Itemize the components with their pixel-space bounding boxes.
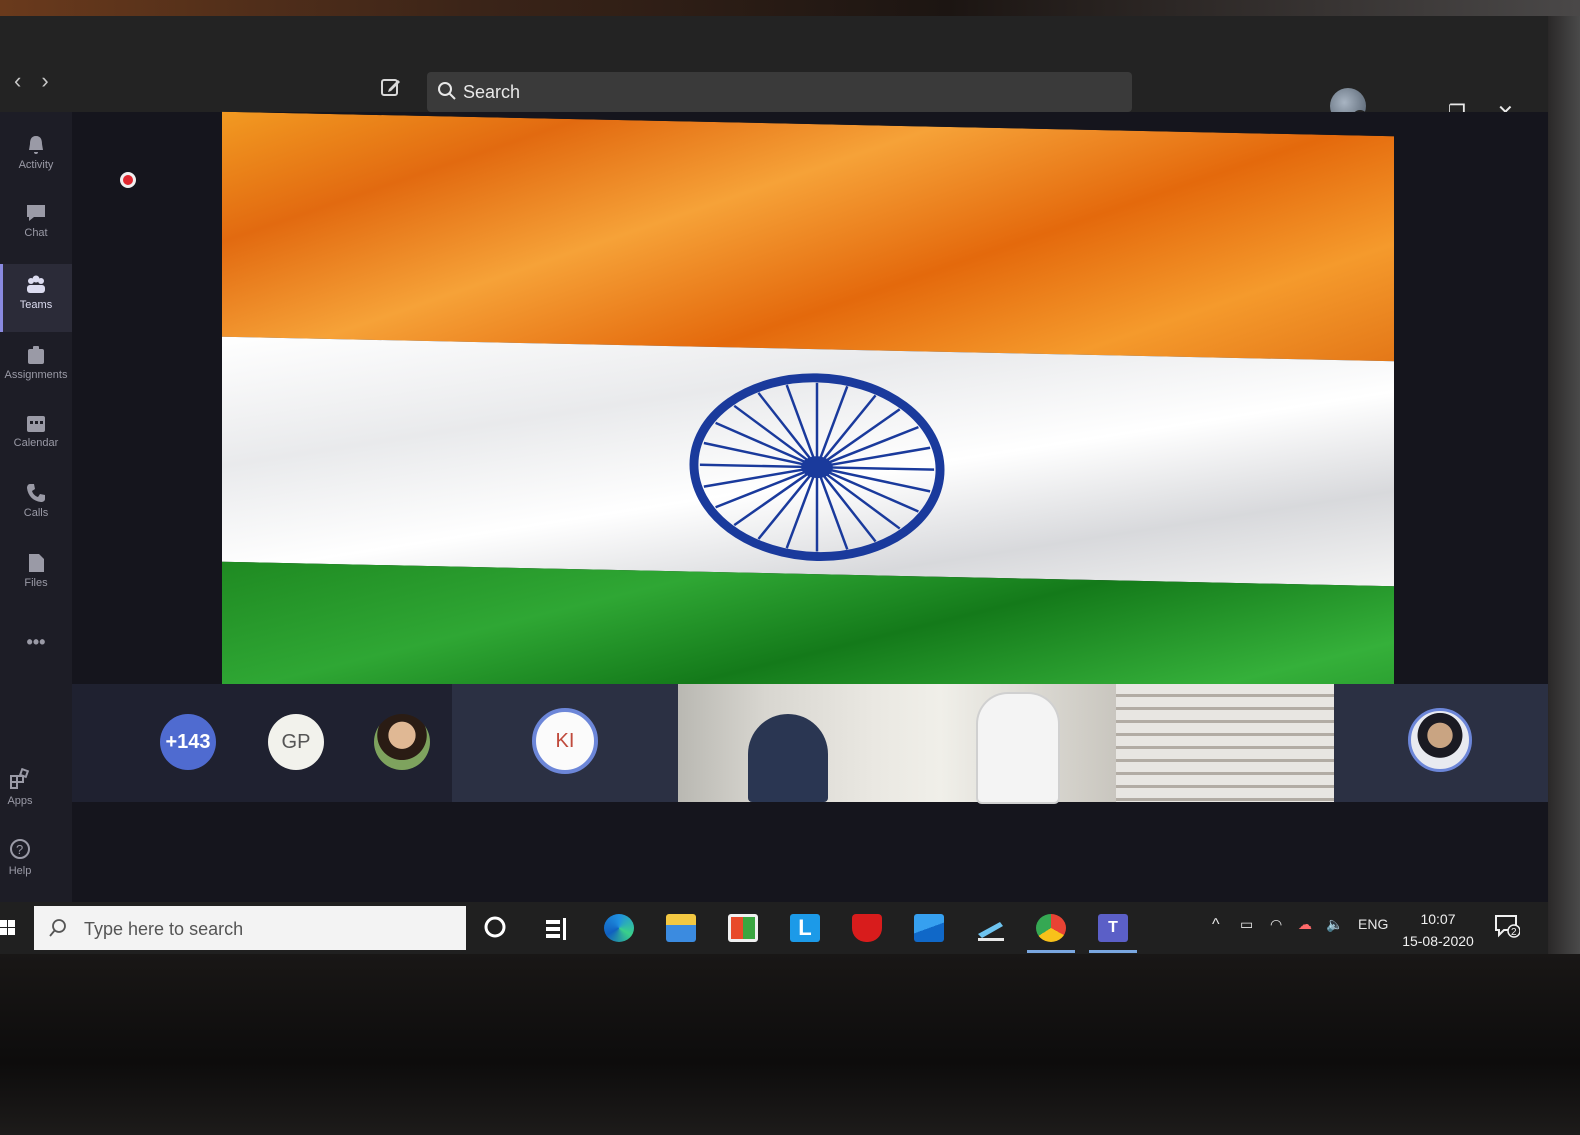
participant-video-tile[interactable] bbox=[678, 684, 1116, 802]
rail-item-teams[interactable]: Teams bbox=[0, 264, 72, 332]
search-icon bbox=[49, 919, 66, 937]
rail-item-chat[interactable]: Chat bbox=[0, 202, 72, 260]
self-avatar bbox=[1408, 708, 1472, 772]
rail-label: Teams bbox=[19, 299, 53, 311]
teams-taskbar-icon[interactable]: T bbox=[1098, 914, 1128, 942]
notification-count: 2 bbox=[1511, 927, 1517, 938]
bell-icon bbox=[29, 136, 43, 154]
title-bar: ‹› Search — ❐ ✕ bbox=[0, 16, 1548, 126]
language-indicator[interactable]: ENG bbox=[1358, 916, 1388, 932]
self-view-tile[interactable] bbox=[1334, 684, 1548, 802]
file-icon bbox=[29, 554, 44, 572]
rail-label: Activity bbox=[18, 159, 54, 171]
taskbar-search-input[interactable]: Type here to search bbox=[34, 906, 466, 950]
taskbar-clock[interactable]: 10:07 15-08-2020 bbox=[1396, 908, 1480, 952]
pen-app-icon[interactable] bbox=[976, 914, 1006, 942]
task-view-icon[interactable] bbox=[542, 914, 570, 942]
windows-taskbar: Type here to search L T ^ ▭ ◠ ☁ 🔈 ENG 10… bbox=[0, 902, 1548, 954]
svg-text:?: ? bbox=[16, 842, 23, 857]
apps-icon bbox=[10, 767, 30, 789]
nav-arrows: ‹› bbox=[14, 68, 69, 94]
rail-label: Chat bbox=[24, 227, 48, 239]
apps-label: Apps bbox=[7, 795, 33, 807]
cortana-icon[interactable] bbox=[482, 914, 508, 940]
tray-overflow-icon[interactable]: ^ bbox=[1212, 916, 1220, 934]
participant-avatar-ki: KI bbox=[532, 708, 598, 774]
rail-item-calls[interactable]: Calls bbox=[0, 482, 72, 540]
search-icon bbox=[438, 82, 456, 100]
back-arrow-icon[interactable]: ‹ bbox=[14, 68, 41, 93]
file-explorer-icon[interactable] bbox=[666, 914, 696, 942]
volume-icon[interactable]: 🔈 bbox=[1326, 916, 1343, 933]
teams-window: ‹› Search — ❐ ✕ Activity Chat bbox=[0, 16, 1548, 954]
chakra-spoke bbox=[703, 465, 818, 488]
assignments-icon bbox=[28, 346, 44, 364]
video-person bbox=[748, 714, 828, 802]
participant-avatar-gp[interactable]: GP bbox=[268, 714, 324, 770]
teams-icon bbox=[27, 275, 45, 293]
windows-start-icon[interactable] bbox=[0, 918, 16, 938]
rail-label: Calls bbox=[23, 507, 49, 519]
chakra-spoke bbox=[816, 446, 931, 469]
teams-active-indicator bbox=[1089, 950, 1137, 953]
clock-time: 10:07 bbox=[1420, 911, 1456, 927]
apps-button[interactable]: Apps bbox=[0, 767, 40, 807]
help-label: Help bbox=[8, 865, 32, 877]
monitor-bezel-right bbox=[1548, 16, 1580, 954]
calendar-icon bbox=[27, 416, 45, 432]
monitor-bezel-top bbox=[0, 0, 1580, 16]
compose-icon[interactable] bbox=[380, 76, 402, 98]
rail-item-calendar[interactable]: Calendar bbox=[0, 412, 72, 470]
rail-label: Calendar bbox=[13, 437, 59, 449]
mcafee-icon[interactable] bbox=[852, 914, 882, 942]
search-input[interactable]: Search bbox=[427, 72, 1132, 112]
store-icon[interactable] bbox=[728, 914, 758, 942]
battery-icon[interactable]: ▭ bbox=[1240, 916, 1253, 933]
monitor-bezel-bottom bbox=[0, 954, 1580, 1135]
help-button[interactable]: ? Help bbox=[0, 838, 40, 877]
chakra-spoke bbox=[699, 463, 817, 469]
wifi-icon[interactable]: ◠ bbox=[1270, 916, 1282, 933]
recording-indicator bbox=[120, 172, 136, 188]
notification-center-icon[interactable]: 2 bbox=[1494, 914, 1520, 938]
participant-video-tile[interactable] bbox=[1116, 684, 1334, 802]
chrome-icon[interactable] bbox=[1036, 914, 1066, 942]
taskbar-search-placeholder: Type here to search bbox=[84, 919, 244, 939]
app-l-icon[interactable]: L bbox=[790, 914, 820, 942]
phone-icon bbox=[27, 484, 45, 502]
video-person bbox=[978, 694, 1058, 802]
participant-strip: +143 GP KI bbox=[72, 684, 1548, 802]
overflow-participants-button[interactable]: +143 bbox=[160, 714, 216, 770]
participant-tile-ki[interactable]: KI bbox=[452, 684, 678, 802]
search-placeholder: Search bbox=[463, 82, 521, 102]
edge-icon[interactable] bbox=[604, 914, 634, 942]
help-icon: ? bbox=[10, 839, 30, 859]
rail-item-activity[interactable]: Activity bbox=[0, 134, 72, 192]
clock-date: 15-08-2020 bbox=[1402, 933, 1474, 949]
flag-saffron-band bbox=[222, 111, 1394, 362]
participant-avatar-photo[interactable] bbox=[374, 714, 430, 770]
rail-item-files[interactable]: Files bbox=[0, 552, 72, 610]
cloud-sync-error-icon[interactable]: ☁ bbox=[1298, 916, 1312, 933]
mail-icon[interactable] bbox=[914, 914, 944, 942]
rail-label: Files bbox=[24, 577, 48, 589]
chat-icon bbox=[27, 205, 45, 221]
chakra-spoke bbox=[817, 465, 935, 471]
more-apps-button[interactable]: ••• bbox=[0, 632, 72, 653]
chrome-active-indicator bbox=[1027, 950, 1075, 953]
rail-item-assignments[interactable]: Assignments bbox=[0, 344, 72, 402]
forward-arrow-icon[interactable]: › bbox=[41, 68, 68, 93]
rail-label: Assignments bbox=[4, 369, 68, 381]
ashoka-chakra bbox=[689, 373, 945, 561]
